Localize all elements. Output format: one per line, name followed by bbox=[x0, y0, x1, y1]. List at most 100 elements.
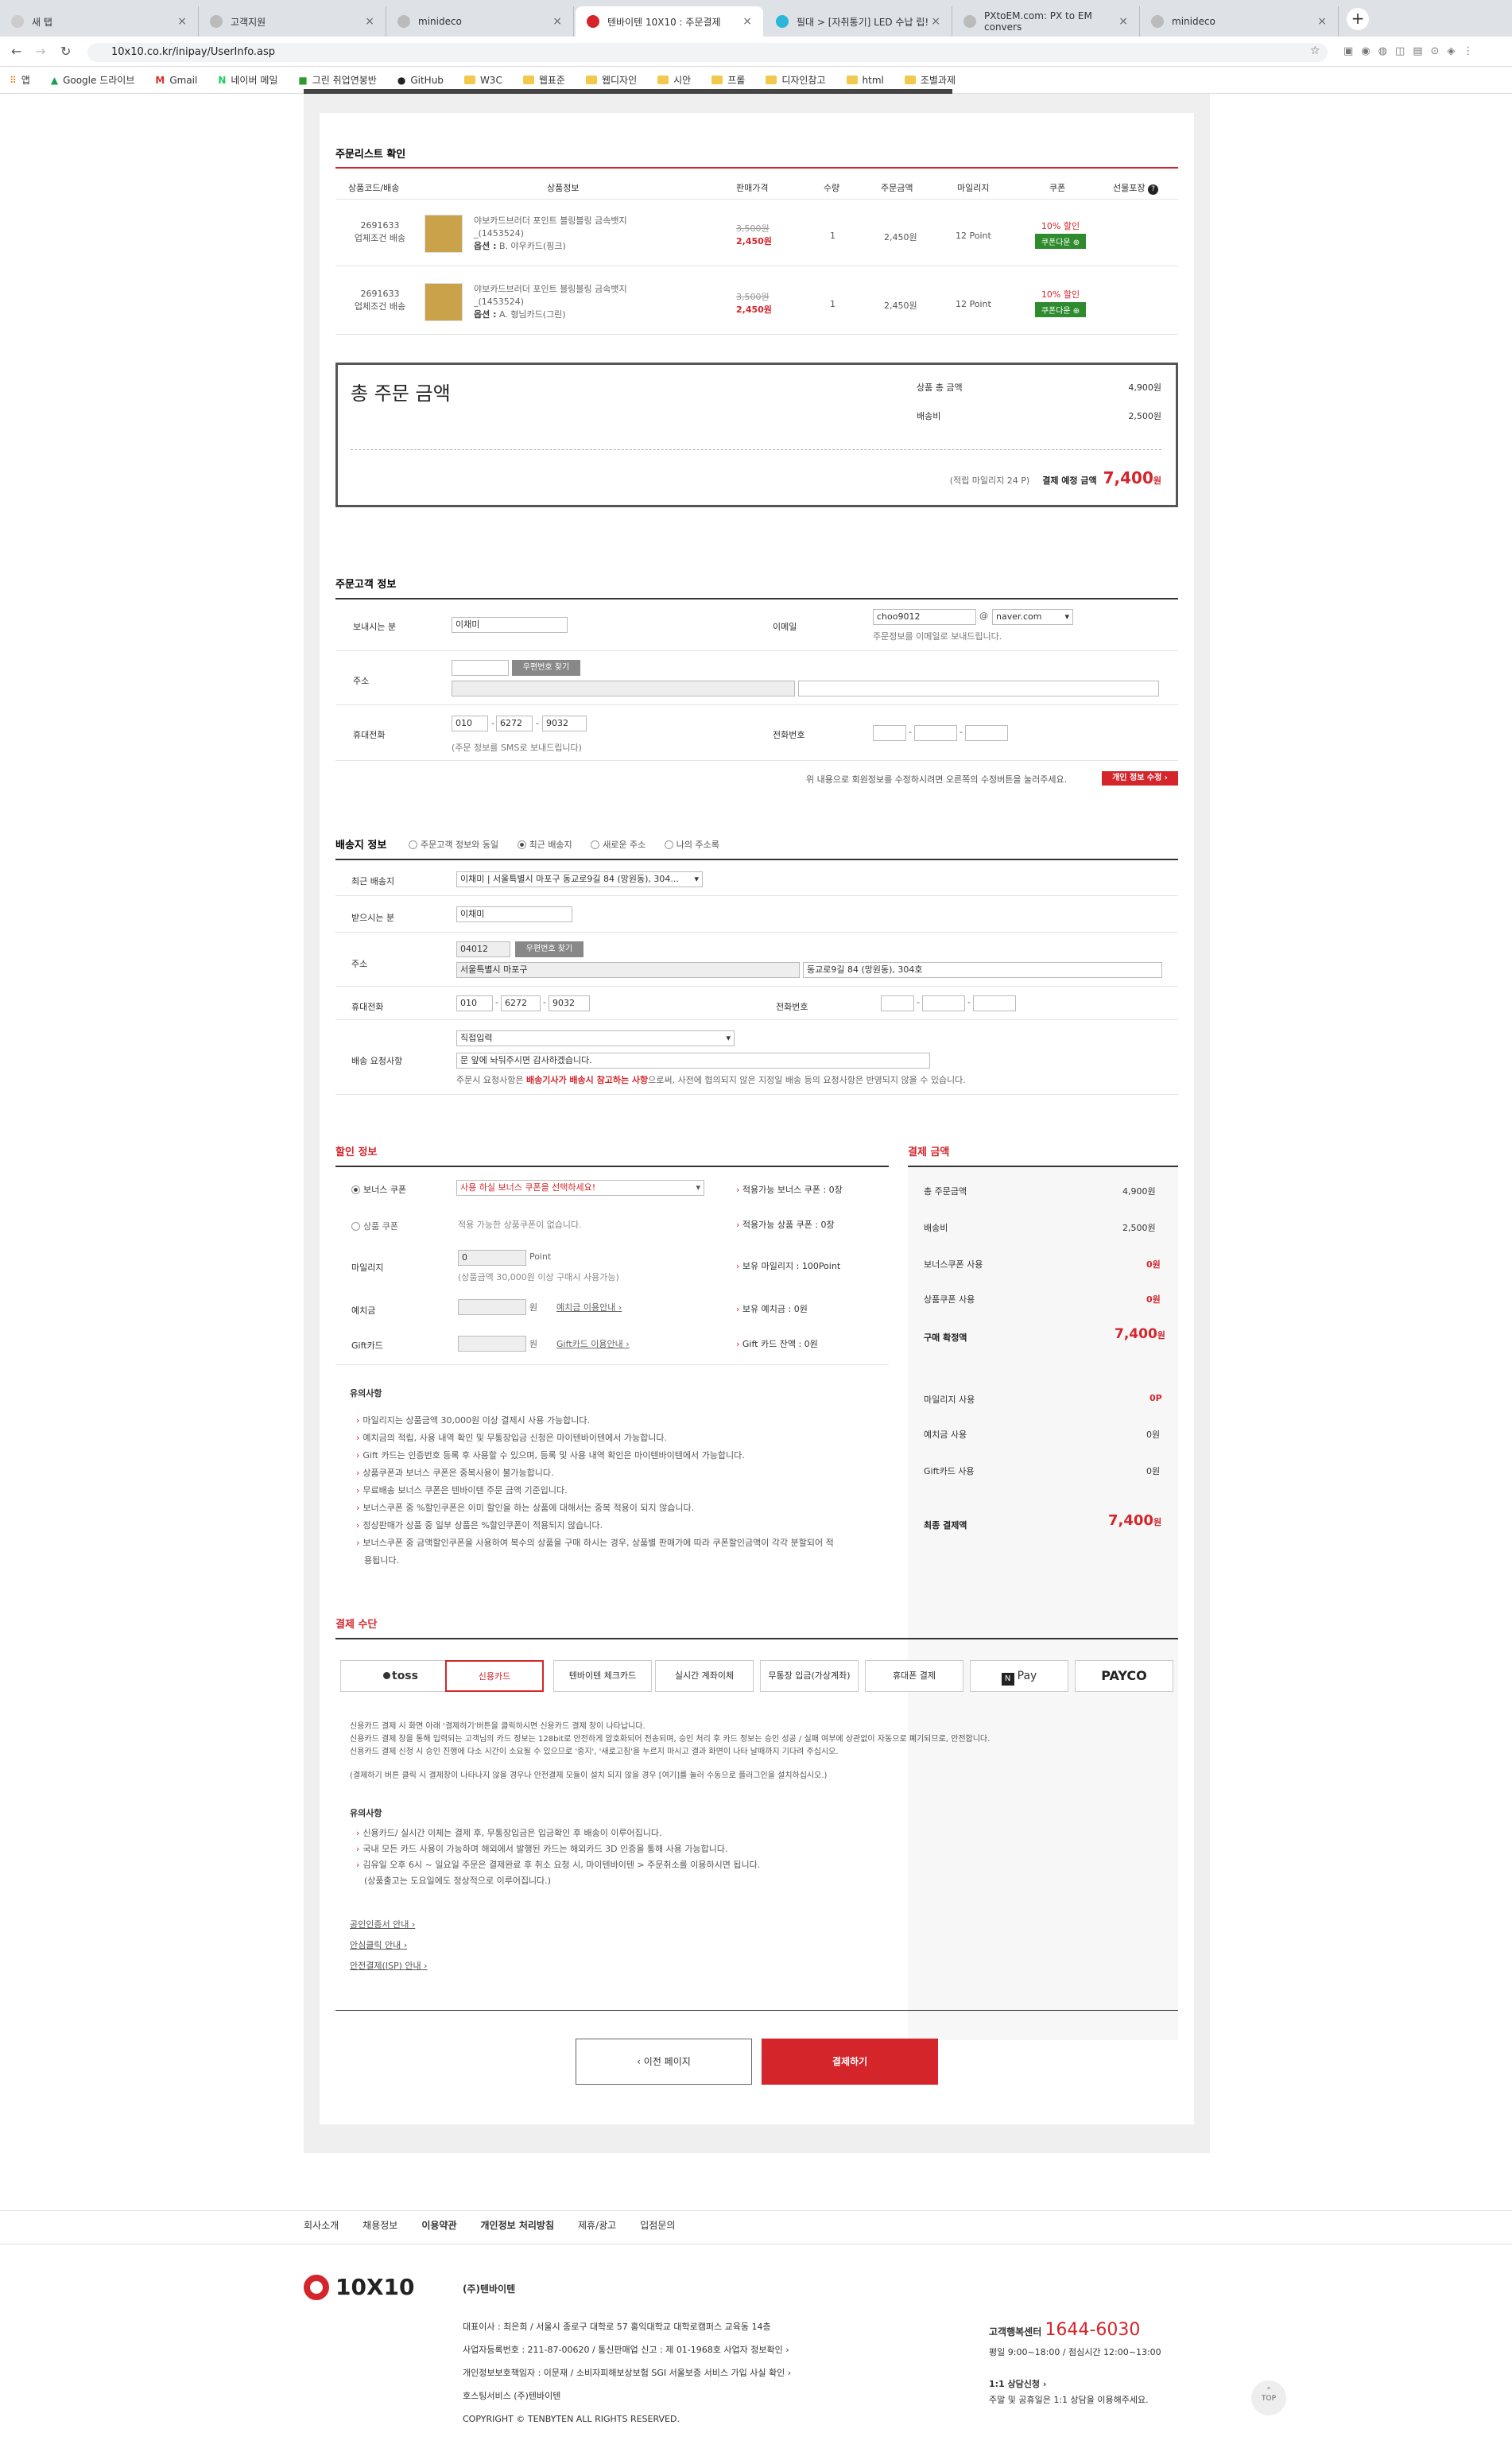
close-icon[interactable]: × bbox=[552, 15, 562, 28]
edit-profile-button[interactable]: 개인 정보 수정 › bbox=[1102, 771, 1178, 786]
isp-guide-link[interactable]: 안전결제(ISP) 안내 › bbox=[350, 1956, 428, 1977]
pay-credit-card-button[interactable]: 신용카드 bbox=[445, 1660, 544, 1692]
product-info[interactable]: 야보카드브러더 포인트 블링블링 금속뱃지 _(1453524) 옵션 : B. 야… bbox=[474, 215, 665, 253]
item-coupon-label[interactable]: 상품 쿠폰 bbox=[351, 1220, 398, 1232]
bookmark-github[interactable]: ● GitHub bbox=[397, 75, 444, 86]
back-icon[interactable]: ← bbox=[11, 44, 21, 59]
option-addressbook[interactable]: 나의 주소록 bbox=[664, 840, 719, 850]
tab-blog[interactable]: 필대 > [자취통기] LED 수납 립! × bbox=[765, 6, 952, 37]
pay-payco-button[interactable]: PAYCO bbox=[1075, 1660, 1173, 1692]
tel-3-input[interactable] bbox=[965, 725, 1008, 741]
pay-toss-button[interactable]: toss bbox=[340, 1660, 461, 1692]
new-tab-button[interactable]: + bbox=[1347, 8, 1369, 30]
bookmark-webdesign[interactable]: 웹디자인 bbox=[585, 73, 637, 87]
phone-3-input[interactable]: 9032 bbox=[542, 716, 587, 731]
giftcard-input[interactable] bbox=[458, 1336, 526, 1352]
footer-link[interactable]: 제휴/광고 bbox=[578, 2218, 616, 2232]
bookmark-gmail[interactable]: M Gmail bbox=[155, 75, 197, 86]
bookmark-gdrive[interactable]: ▲ Google 드라이브 bbox=[51, 73, 135, 87]
tel-1-input[interactable] bbox=[881, 995, 914, 1011]
zip-search-button[interactable]: 우편번호 찾기 bbox=[512, 660, 580, 676]
bookmark-team[interactable]: 조별과제 bbox=[904, 73, 956, 87]
phone-1-input[interactable]: 010 bbox=[456, 995, 493, 1011]
tab-newtab[interactable]: 새 탭 × bbox=[0, 6, 199, 37]
safeclick-guide-link[interactable]: 안심클릭 안내 › bbox=[350, 1935, 428, 1956]
giftcard-guide-link[interactable]: Gift카드 이용안내 › bbox=[556, 1337, 630, 1350]
mileage-input[interactable]: 0 bbox=[458, 1250, 526, 1266]
request-select[interactable]: 직접입력 ▾ bbox=[456, 1030, 735, 1046]
bookmark-sian[interactable]: 시안 bbox=[657, 73, 691, 87]
email-domain-select[interactable]: naver.com ▾ bbox=[992, 609, 1073, 625]
pay-button[interactable]: 결제하기 bbox=[762, 2039, 938, 2085]
address2-input[interactable] bbox=[798, 681, 1159, 696]
help-icon[interactable]: ? bbox=[1147, 184, 1158, 195]
request-input[interactable]: 문 앞에 놔둬주시면 감사하겠습니다. bbox=[456, 1053, 930, 1069]
product-thumbnail[interactable] bbox=[425, 215, 463, 253]
coupon-download-button[interactable]: 쿠폰다운 ⊕ bbox=[1034, 302, 1087, 317]
bookmark-prol[interactable]: 프롤 bbox=[711, 73, 745, 87]
bookmark-apps[interactable]: ⠿ 앱 bbox=[10, 73, 30, 87]
phone-2-input[interactable]: 6272 bbox=[501, 995, 541, 1011]
tab-minideco[interactable]: minideco × bbox=[386, 6, 574, 37]
pay-npay-button[interactable]: N Pay bbox=[970, 1660, 1068, 1692]
tel-2-input[interactable] bbox=[922, 995, 965, 1011]
bookmark-w3c[interactable]: W3C bbox=[463, 75, 502, 86]
bookmark-html[interactable]: html bbox=[846, 75, 884, 86]
tel-3-input[interactable] bbox=[973, 995, 1016, 1011]
forward-icon[interactable]: → bbox=[35, 44, 45, 59]
zip-search-button[interactable]: 우편번호 찾기 bbox=[515, 941, 583, 957]
address1-input[interactable]: 서울특별시 마포구 bbox=[456, 962, 800, 978]
bookmark-webstd[interactable]: 웹표준 bbox=[522, 73, 565, 87]
pay-virtual-account-button[interactable]: 무통장 입금(가상계좌) bbox=[760, 1660, 859, 1692]
option-new[interactable]: 새로운 주소 bbox=[591, 840, 646, 850]
zip-input[interactable]: 04012 bbox=[456, 941, 510, 957]
deposit-guide-link[interactable]: 예치금 이용안내 › bbox=[556, 1301, 622, 1313]
phone-2-input[interactable]: 6272 bbox=[496, 716, 533, 731]
close-icon[interactable]: × bbox=[931, 15, 940, 28]
option-same[interactable]: 주문고객 정보와 동일 bbox=[409, 840, 498, 850]
address2-input[interactable]: 동교로9길 84 (망원동), 304호 bbox=[803, 962, 1162, 978]
bookmark-designref[interactable]: 디자인참고 bbox=[766, 73, 826, 87]
bookmark-navermail[interactable]: N 네이버 메일 bbox=[218, 73, 277, 87]
sender-input[interactable]: 이채미 bbox=[452, 617, 568, 633]
prev-page-button[interactable]: ‹ 이전 페이지 bbox=[576, 2039, 752, 2085]
footer-link[interactable]: 개인정보 처리방침 bbox=[481, 2218, 555, 2232]
footer-link[interactable]: 입점문의 bbox=[640, 2218, 675, 2232]
bonus-label[interactable]: 보너스 쿠폰 bbox=[351, 1183, 406, 1196]
zip-input[interactable] bbox=[452, 660, 509, 676]
tel-2-input[interactable] bbox=[914, 725, 957, 741]
extension-icons[interactable]: ▣◉◍◫▤⊙◈⋮ bbox=[1343, 45, 1481, 57]
tab-10x10[interactable]: 텐바이텐 10X10 : 주문결제 × bbox=[576, 6, 763, 37]
cert-guide-link[interactable]: 공인인증서 안내 › bbox=[350, 1915, 428, 1935]
deposit-input[interactable] bbox=[458, 1299, 526, 1315]
tel-1-input[interactable] bbox=[873, 725, 906, 741]
close-icon[interactable]: × bbox=[1118, 15, 1128, 28]
phone-1-input[interactable]: 010 bbox=[452, 716, 488, 731]
close-icon[interactable]: × bbox=[177, 15, 187, 28]
phone-3-input[interactable]: 9032 bbox=[549, 995, 590, 1011]
close-icon[interactable]: × bbox=[742, 15, 752, 28]
product-thumbnail[interactable] bbox=[425, 283, 463, 321]
option-recent[interactable]: 최근 배송지 bbox=[517, 840, 572, 850]
top-button[interactable]: ⌃ TOP bbox=[1251, 2380, 1286, 2415]
tab-pxtoem[interactable]: PXtoEM.com: PX to EM convers × bbox=[952, 6, 1140, 37]
product-info[interactable]: 야보카드브러더 포인트 블링블링 금속뱃지 _(1453524) 옵션 : A. 형… bbox=[474, 283, 665, 321]
tab-support[interactable]: 고객지원 × bbox=[199, 6, 386, 37]
bookmark-green[interactable]: ■ 그린 취업연봉반 bbox=[298, 73, 376, 87]
bonus-coupon-select[interactable]: 사용 하실 보너스 쿠폰을 선택하세요! ▾ bbox=[456, 1180, 704, 1196]
email-id-input[interactable]: choo9012 bbox=[873, 609, 976, 625]
recent-address-select[interactable]: 이채미 | 서울특별시 마포구 동교로9길 84 (망원동), 304... ▾ bbox=[456, 871, 703, 887]
footer-logo[interactable]: 10X10 bbox=[304, 2274, 415, 2300]
footer-link[interactable]: 채용정보 bbox=[362, 2218, 397, 2232]
pay-check-card-button[interactable]: 텐바이텐 체크카드 bbox=[553, 1660, 652, 1692]
tab-minideco-2[interactable]: minideco × bbox=[1140, 6, 1339, 37]
url-input[interactable]: 10x10.co.kr/inipay/UserInfo.asp bbox=[87, 43, 1328, 62]
close-icon[interactable]: × bbox=[365, 15, 374, 28]
pay-phone-button[interactable]: 휴대폰 결제 bbox=[865, 1660, 963, 1692]
receiver-input[interactable]: 이채미 bbox=[456, 906, 572, 922]
reload-icon[interactable]: ↻ bbox=[60, 44, 71, 59]
address1-input[interactable] bbox=[452, 681, 795, 696]
footer-link[interactable]: 이용약관 bbox=[421, 2218, 456, 2232]
coupon-download-button[interactable]: 쿠폰다운 ⊕ bbox=[1034, 234, 1087, 249]
pay-transfer-button[interactable]: 실시간 계좌이체 bbox=[655, 1660, 754, 1692]
